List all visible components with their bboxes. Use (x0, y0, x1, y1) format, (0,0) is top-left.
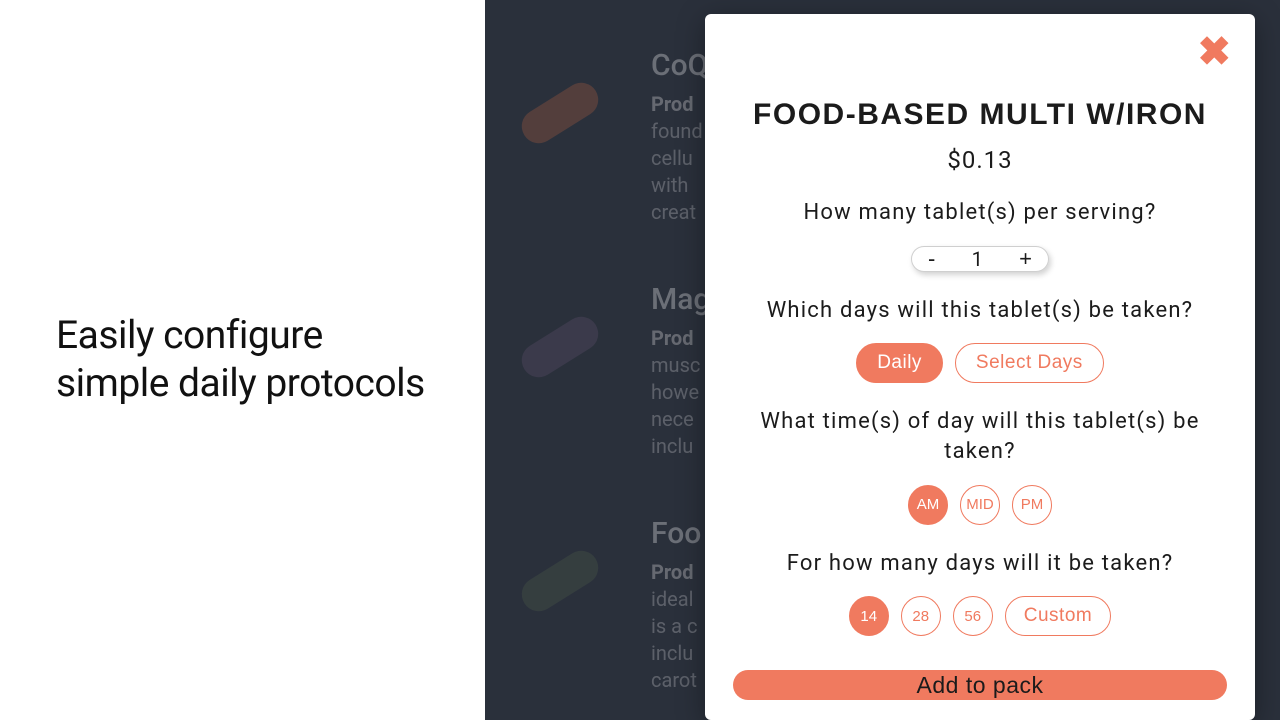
frequency-options: Daily Select Days (856, 343, 1104, 383)
duration-options: 14 28 56 Custom (849, 596, 1111, 636)
freq-daily-button[interactable]: Daily (856, 343, 943, 383)
left-caption-panel: Easily configure simple daily protocols (0, 0, 485, 720)
price-label: $0.13 (947, 146, 1012, 174)
app-preview-panel: CoQ Prodfoundcelluwithcreat Mag Prodmusc… (485, 0, 1280, 720)
add-to-pack-button[interactable]: Add to pack (733, 670, 1227, 700)
quantity-value: 1 (972, 247, 983, 271)
freq-select-days-button[interactable]: Select Days (955, 343, 1104, 383)
configure-protocol-modal: ✖ FOOD-BASED MULTI W/IRON $0.13 How many… (705, 14, 1255, 720)
question-time-of-day: What time(s) of day will this tablet(s) … (750, 407, 1210, 466)
decrement-button[interactable]: - (928, 248, 935, 270)
duration-custom-button[interactable]: Custom (1005, 596, 1111, 636)
duration-56-button[interactable]: 56 (953, 596, 993, 636)
duration-14-button[interactable]: 14 (849, 596, 889, 636)
time-mid-button[interactable]: MID (960, 485, 1000, 525)
modal-title: FOOD-BASED MULTI W/IRON (753, 98, 1207, 132)
question-which-days: Which days will this tablet(s) be taken? (767, 296, 1194, 326)
quantity-stepper: - 1 + (911, 246, 1049, 272)
time-am-button[interactable]: AM (908, 485, 948, 525)
time-pm-button[interactable]: PM (1012, 485, 1052, 525)
time-options: AM MID PM (908, 485, 1052, 525)
duration-28-button[interactable]: 28 (901, 596, 941, 636)
close-icon[interactable]: ✖ (1197, 32, 1231, 72)
question-serving: How many tablet(s) per serving? (804, 198, 1157, 228)
left-headline: Easily configure simple daily protocols (56, 312, 429, 407)
question-duration: For how many days will it be taken? (787, 549, 1174, 579)
increment-button[interactable]: + (1019, 248, 1032, 270)
